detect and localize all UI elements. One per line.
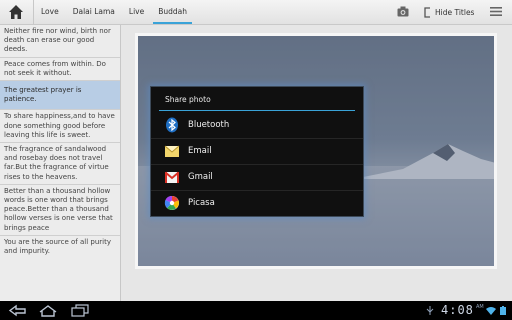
camera-icon[interactable] bbox=[397, 6, 409, 17]
share-option-bluetooth[interactable]: Bluetooth bbox=[151, 112, 363, 139]
dialog-divider bbox=[159, 110, 355, 111]
gmail-icon bbox=[164, 171, 180, 183]
share-option-picasa[interactable]: Picasa bbox=[151, 190, 363, 216]
option-label: Picasa bbox=[188, 198, 215, 208]
am-pm: AM bbox=[476, 304, 484, 310]
action-bar: Love Dalai Lama Live Buddah Hide Titles bbox=[0, 0, 512, 25]
battery-icon bbox=[500, 306, 506, 315]
wifi-icon bbox=[486, 307, 496, 315]
tab-buddah[interactable]: Buddah bbox=[151, 0, 194, 24]
system-bar: 4:08 AM bbox=[0, 301, 512, 320]
option-label: Gmail bbox=[188, 172, 213, 182]
tab-love[interactable]: Love bbox=[34, 0, 66, 24]
quote-list: Neither fire nor wind, birth nor death c… bbox=[0, 25, 121, 301]
recent-apps-icon[interactable] bbox=[70, 304, 90, 317]
back-icon[interactable] bbox=[8, 304, 28, 317]
list-item-selected[interactable]: The greatest prayer is patience. bbox=[0, 81, 120, 111]
usb-icon bbox=[426, 306, 434, 315]
option-label: Email bbox=[188, 146, 212, 156]
tab-live[interactable]: Live bbox=[122, 0, 151, 24]
list-item[interactable]: The fragrance of sandalwood and rosebay … bbox=[0, 143, 120, 185]
share-dialog: Share photo Bluetooth Email Gmail Picasa bbox=[150, 86, 364, 217]
hide-titles-button[interactable]: Hide Titles bbox=[424, 0, 474, 24]
bluetooth-icon bbox=[166, 117, 178, 133]
hide-titles-label: Hide Titles bbox=[435, 7, 475, 17]
list-item[interactable]: Better than a thousand hollow words is o… bbox=[0, 185, 120, 236]
dialog-title: Share photo bbox=[165, 95, 211, 104]
home-nav-icon[interactable] bbox=[38, 304, 58, 317]
list-item[interactable]: Peace comes from within. Do not seek it … bbox=[0, 58, 120, 82]
bracket-icon bbox=[424, 6, 430, 18]
picasa-icon bbox=[164, 195, 179, 210]
email-icon bbox=[164, 145, 180, 157]
overflow-menu-icon[interactable] bbox=[490, 6, 502, 17]
share-option-email[interactable]: Email bbox=[151, 138, 363, 165]
tab-dalai-lama[interactable]: Dalai Lama bbox=[66, 0, 122, 24]
clock: 4:08 bbox=[441, 303, 474, 317]
list-item[interactable]: Neither fire nor wind, birth nor death c… bbox=[0, 25, 120, 58]
option-label: Bluetooth bbox=[188, 120, 230, 130]
list-item[interactable]: To share happiness,and to have done some… bbox=[0, 110, 120, 144]
home-icon[interactable] bbox=[8, 4, 24, 20]
tab-bar: Love Dalai Lama Live Buddah bbox=[33, 0, 194, 24]
share-option-gmail[interactable]: Gmail bbox=[151, 164, 363, 191]
list-item[interactable]: You are the source of all purity and imp… bbox=[0, 236, 120, 258]
